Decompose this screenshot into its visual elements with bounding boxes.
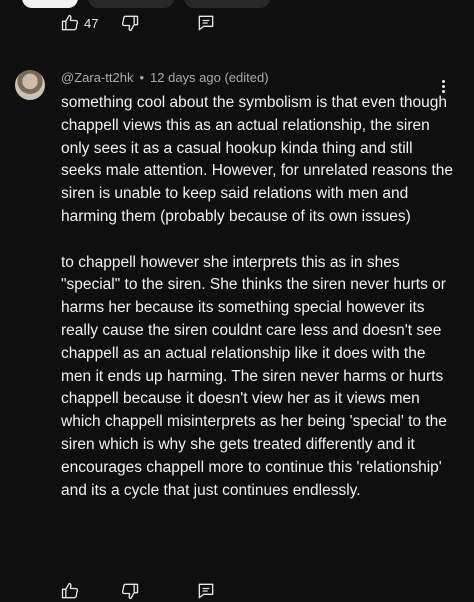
- chip[interactable]: [184, 0, 270, 8]
- reply-button[interactable]: [196, 13, 216, 33]
- previous-comment-actions: 47: [60, 12, 216, 34]
- comment-paragraph-2: to chappell however she interprets this …: [61, 253, 447, 499]
- dislike-button[interactable]: [120, 581, 196, 601]
- comment-timestamp[interactable]: 12 days ago (edited): [150, 70, 269, 85]
- comment-author-handle[interactable]: @Zara-tt2hk: [61, 70, 133, 85]
- more-vertical-icon: [441, 79, 445, 83]
- comment-text: something cool about the symbolism is th…: [61, 92, 456, 502]
- like-button[interactable]: [60, 581, 120, 601]
- reply-button[interactable]: [196, 581, 216, 601]
- thumbs-up-icon: [60, 581, 80, 601]
- thumbs-down-icon: [120, 13, 140, 33]
- header-separator: •: [139, 70, 145, 85]
- comment-paragraph-1: something cool about the symbolism is th…: [61, 94, 454, 225]
- like-count: 47: [84, 15, 99, 31]
- dislike-button[interactable]: [120, 13, 196, 33]
- thumbs-down-icon: [120, 581, 140, 601]
- chip-selected[interactable]: [22, 0, 78, 8]
- reply-comment-icon: [196, 581, 216, 601]
- avatar[interactable]: [15, 70, 45, 100]
- comment-actions: [60, 580, 216, 602]
- thumbs-up-icon: [60, 13, 80, 33]
- chip[interactable]: [88, 0, 174, 8]
- reply-comment-icon: [196, 13, 216, 33]
- top-chip-row: [22, 0, 270, 8]
- comment-header: @Zara-tt2hk • 12 days ago (edited): [61, 70, 269, 85]
- like-button[interactable]: 47: [60, 13, 120, 33]
